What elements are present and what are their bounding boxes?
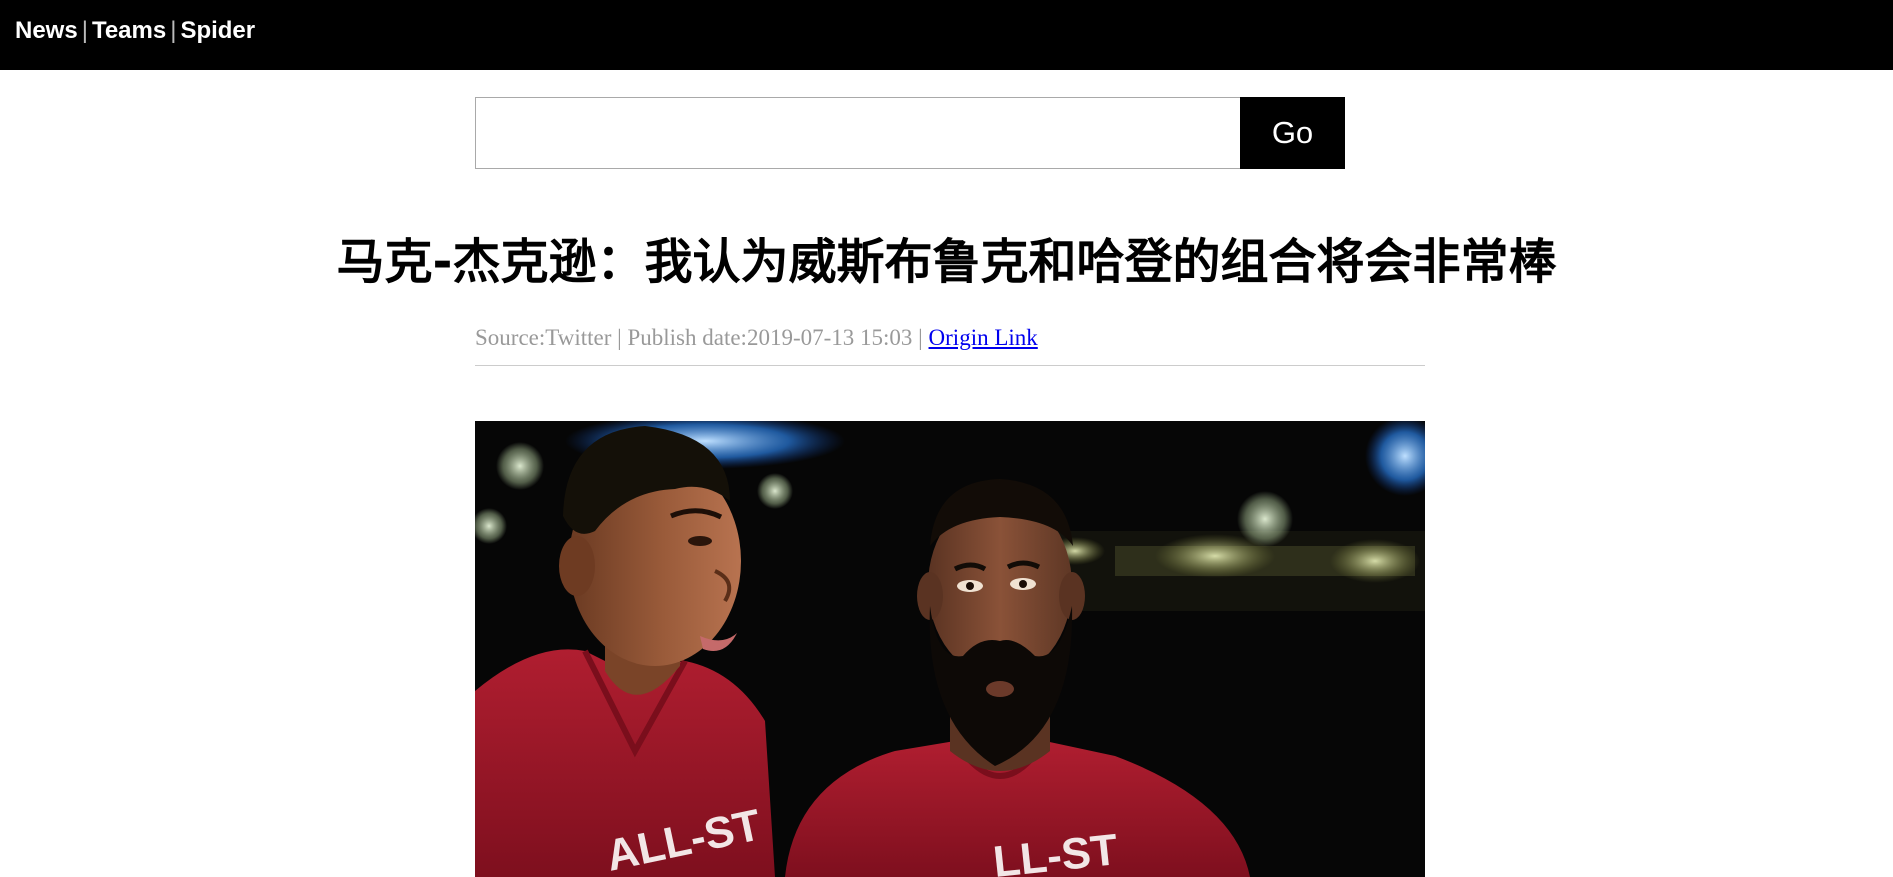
meta-separator: | <box>918 325 923 350</box>
nav-separator: | <box>81 17 88 44</box>
photo-two-players: ALL-ST LL-ST <box>475 421 1425 877</box>
nav-link-news[interactable]: News <box>15 17 78 44</box>
source-label: Source: <box>475 325 546 350</box>
source-value: Twitter <box>545 325 612 350</box>
top-navigation-bar: News | Teams | Spider <box>0 0 1893 70</box>
meta-separator: | <box>617 325 622 350</box>
nav-link-teams[interactable]: Teams <box>92 17 166 44</box>
search-input[interactable] <box>475 97 1241 169</box>
article-photo: ALL-ST LL-ST <box>475 421 1425 877</box>
origin-link[interactable]: Origin Link <box>929 325 1038 350</box>
publish-date-value: 2019-07-13 15:03 <box>746 325 913 350</box>
article-title: 马克-杰克逊：我认为威斯布鲁克和哈登的组合将会非常棒 <box>336 234 1557 290</box>
go-button[interactable]: Go <box>1240 97 1345 169</box>
nav-separator: | <box>170 17 177 44</box>
article-meta: Source:Twitter | Publish date:2019-07-13… <box>475 323 1038 353</box>
publish-date-label: Publish date: <box>627 325 747 350</box>
article-divider <box>475 365 1425 366</box>
nav-link-spider[interactable]: Spider <box>180 17 255 44</box>
main-nav: News | Teams | Spider <box>15 17 255 45</box>
